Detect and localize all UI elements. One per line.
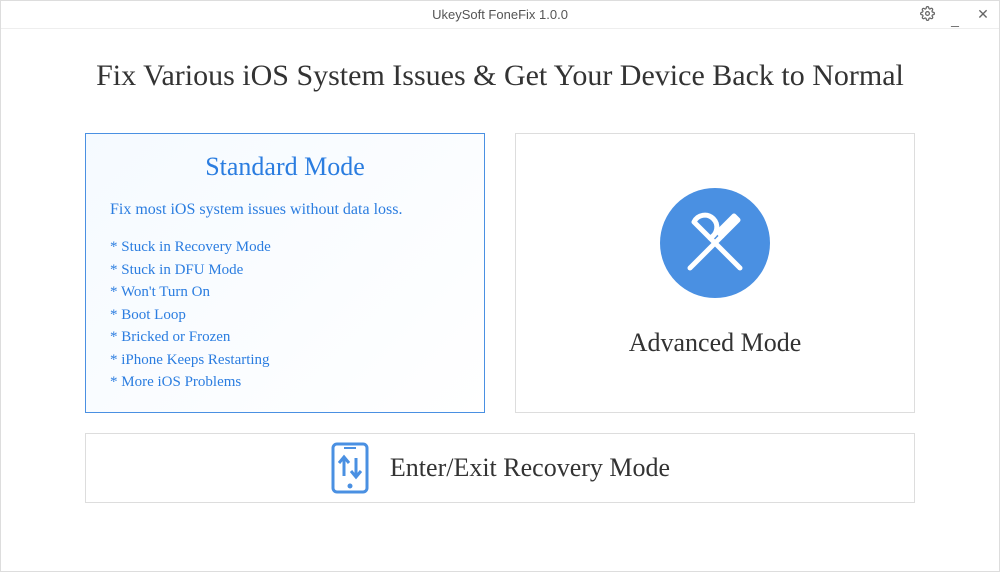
close-button[interactable]: ✕ — [975, 7, 991, 23]
page-heading: Fix Various iOS System Issues & Get Your… — [71, 59, 929, 93]
titlebar: UkeySoft FoneFix 1.0.0 _ ✕ — [1, 1, 999, 29]
advanced-mode-card[interactable]: Advanced Mode — [515, 133, 915, 413]
list-item: * Stuck in Recovery Mode — [110, 236, 460, 259]
list-item: * iPhone Keeps Restarting — [110, 349, 460, 372]
gear-icon — [920, 6, 935, 24]
tools-icon — [660, 188, 770, 298]
phone-arrows-icon — [330, 442, 370, 494]
standard-mode-card[interactable]: Standard Mode Fix most iOS system issues… — [85, 133, 485, 413]
minimize-button[interactable]: _ — [947, 7, 963, 23]
advanced-mode-title: Advanced Mode — [629, 328, 802, 358]
list-item: * Boot Loop — [110, 304, 460, 327]
list-item: * Won't Turn On — [110, 281, 460, 304]
recovery-mode-title: Enter/Exit Recovery Mode — [390, 453, 670, 483]
window-title: UkeySoft FoneFix 1.0.0 — [432, 7, 568, 22]
window-controls: _ ✕ — [919, 1, 991, 28]
recovery-mode-card[interactable]: Enter/Exit Recovery Mode — [85, 433, 915, 503]
close-icon: ✕ — [977, 6, 989, 23]
standard-mode-description: Fix most iOS system issues without data … — [110, 198, 460, 222]
main-content: Fix Various iOS System Issues & Get Your… — [1, 29, 999, 523]
standard-mode-title: Standard Mode — [110, 152, 460, 182]
mode-cards-row: Standard Mode Fix most iOS system issues… — [71, 133, 929, 413]
minimize-icon: _ — [951, 11, 959, 27]
list-item: * Bricked or Frozen — [110, 326, 460, 349]
settings-button[interactable] — [919, 7, 935, 23]
list-item: * Stuck in DFU Mode — [110, 259, 460, 282]
list-item: * More iOS Problems — [110, 371, 460, 394]
standard-mode-list: * Stuck in Recovery Mode * Stuck in DFU … — [110, 236, 460, 394]
